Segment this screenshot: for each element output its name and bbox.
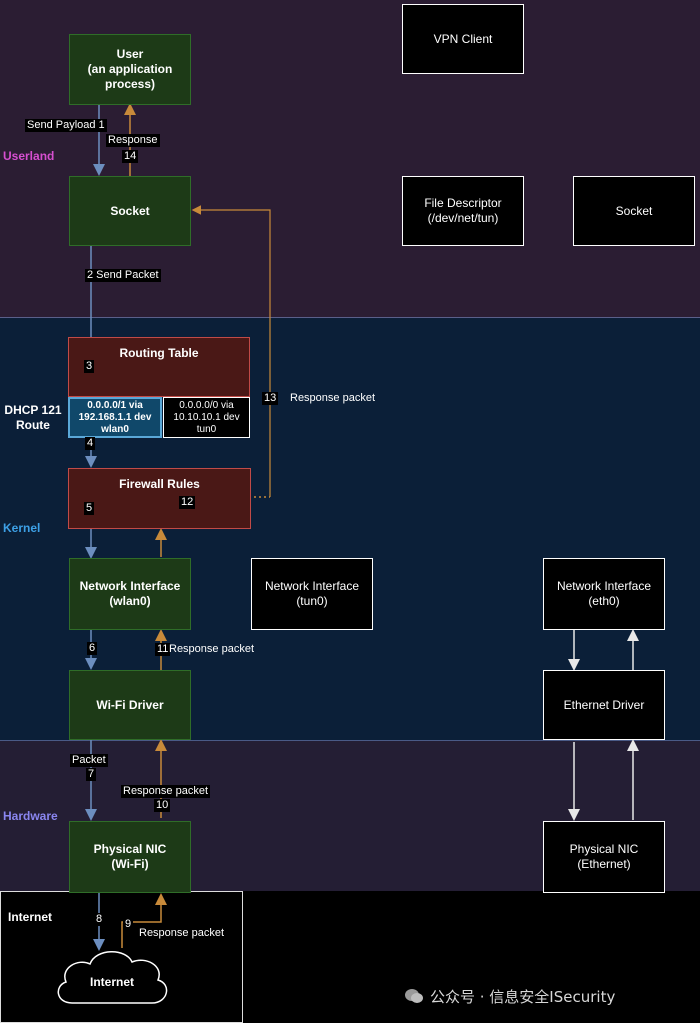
vpn-socket-box: Socket	[573, 176, 695, 246]
step-2-label: 2 Send Packet	[85, 269, 161, 282]
socket-box: Socket	[69, 176, 191, 246]
step-13-label: Response packet	[290, 392, 375, 404]
physical-nic-ethernet-box: Physical NIC (Ethernet)	[543, 821, 665, 893]
user-box: User (an application process)	[69, 34, 191, 105]
step-12-number: 12	[179, 496, 196, 509]
physical-nic-wifi-box: Physical NIC (Wi-Fi)	[69, 821, 191, 893]
ethernet-driver-box: Ethernet Driver	[543, 670, 665, 740]
step-11-text: Response packet	[169, 643, 254, 655]
step-9-label: Response packet	[139, 927, 224, 939]
watermark: 公众号 · 信息安全ISecurity	[404, 985, 615, 1007]
watermark-text: 公众号 · 信息安全ISecurity	[430, 987, 616, 1006]
wifi-driver-box: Wi-Fi Driver	[69, 670, 191, 740]
network-interface-tun0-box: Network Interface (tun0)	[251, 558, 373, 630]
file-descriptor-box: File Descriptor (/dev/net/tun)	[402, 176, 524, 246]
step-6-number: 6	[87, 642, 98, 655]
step-8-number: 8	[94, 913, 105, 926]
step-9-number: 9	[123, 918, 134, 931]
step-5-number: 5	[84, 502, 95, 515]
step-14-number: 14	[122, 150, 139, 163]
step-10-number: 10	[154, 799, 171, 812]
step-13-number: 13	[262, 392, 279, 405]
network-interface-wlan0-box: Network Interface (wlan0)	[69, 558, 191, 630]
step-7-number: 7	[86, 768, 97, 781]
route-wlan0-entry: 0.0.0.0/1 via 192.168.1.1 dev wlan0	[68, 397, 162, 438]
firewall-rules-box: Firewall Rules	[68, 468, 251, 529]
network-interface-eth0-box: Network Interface (eth0)	[543, 558, 665, 630]
step-4-number: 4	[85, 437, 96, 450]
route-tun0-entry: 0.0.0.0/0 via 10.10.10.1 dev tun0	[163, 397, 250, 438]
vpn-client-box: VPN Client	[402, 4, 524, 74]
routing-table-box: Routing Table	[68, 337, 250, 397]
wechat-icon	[404, 988, 424, 1004]
step-7-label: Packet	[70, 754, 108, 767]
internet-cloud: Internet	[89, 974, 134, 989]
step-10-label: Response packet	[121, 785, 210, 798]
step-1-label: Send Payload 1	[25, 119, 107, 132]
step-3-number: 3	[84, 360, 95, 373]
step-14-label: Response	[106, 134, 160, 147]
